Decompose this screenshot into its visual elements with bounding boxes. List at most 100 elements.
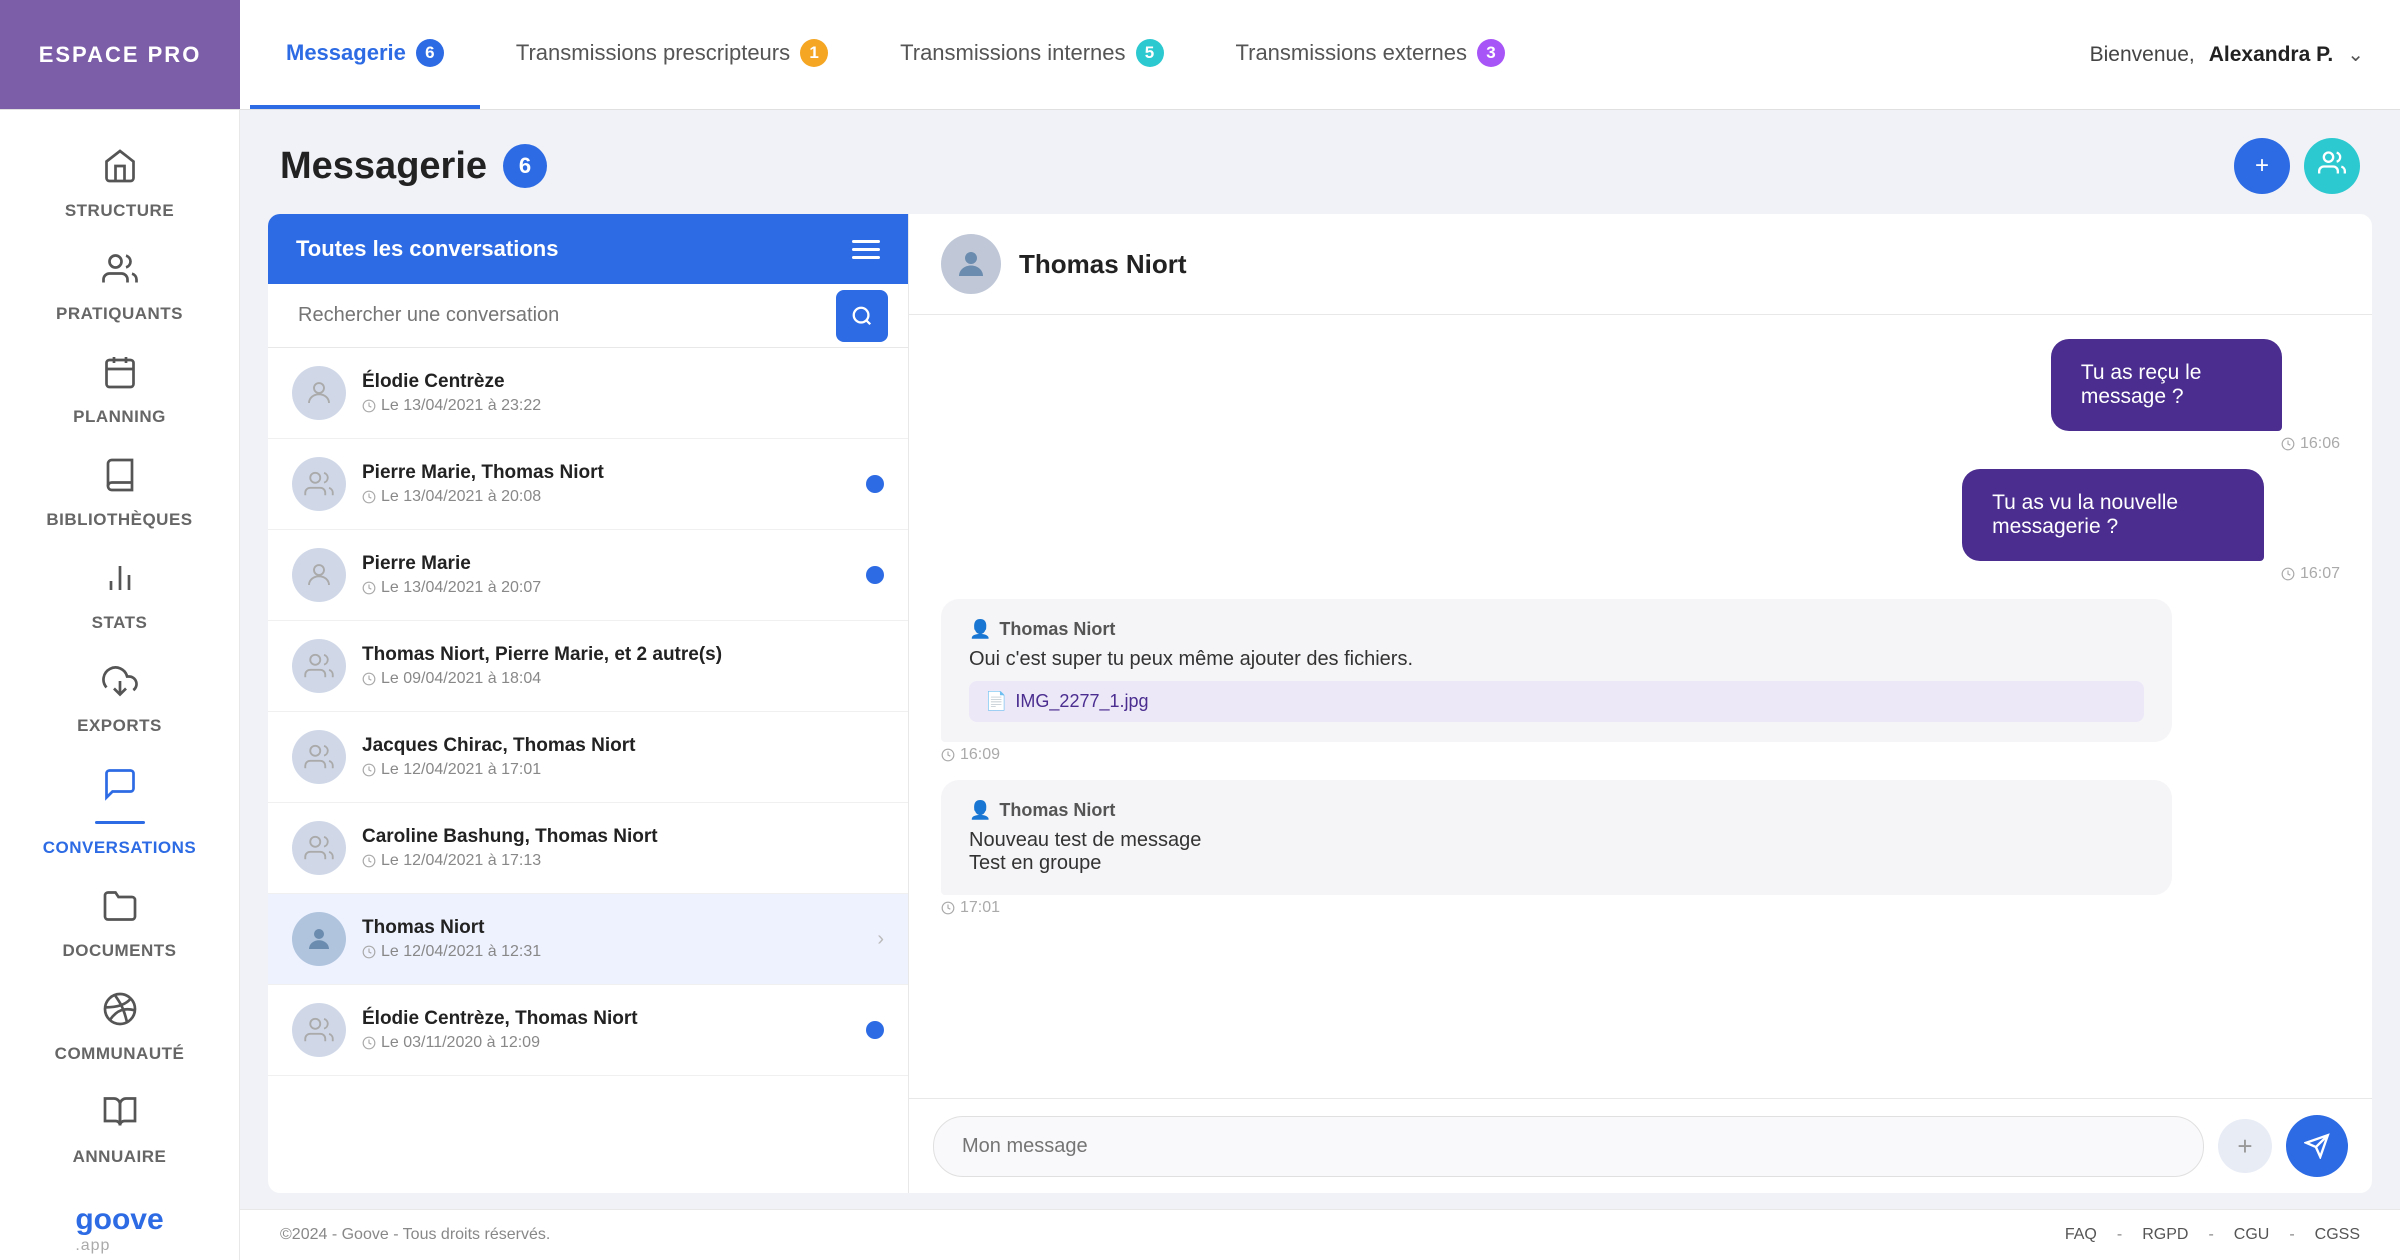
communaute-icon <box>102 991 138 1036</box>
sidebar-item-structure[interactable]: STRUCTURE <box>0 130 239 233</box>
conversation-panel: Toutes les conversations <box>268 214 908 1193</box>
message-sent: Tu as reçu le message ? 16:06 <box>2051 339 2340 453</box>
search-input[interactable] <box>288 284 836 347</box>
conv-info: Caroline Bashung, Thomas Niort Le 12/04/… <box>362 826 884 870</box>
avatar <box>292 821 346 875</box>
footer-cgu-link[interactable]: CGU <box>2234 1226 2270 1244</box>
sidebar-annuaire-label: ANNUAIRE <box>73 1147 167 1167</box>
pratiquants-icon <box>102 251 138 296</box>
goove-logo-text: goove <box>75 1203 163 1237</box>
list-item[interactable]: Caroline Bashung, Thomas Niort Le 12/04/… <box>268 803 908 894</box>
conv-info: Thomas Niort, Pierre Marie, et 2 autre(s… <box>362 644 884 688</box>
conv-info: Élodie Centrèze, Thomas Niort Le 03/11/2… <box>362 1008 850 1052</box>
content-header: Messagerie 6 + <box>240 110 2400 214</box>
list-item[interactable]: Thomas Niort Le 12/04/2021 à 12:31 › <box>268 894 908 985</box>
plus-icon: + <box>2255 152 2269 180</box>
sidebar-item-pratiquants[interactable]: PRATIQUANTS <box>0 233 239 336</box>
received-bubble: 👤 Thomas Niort Oui c'est super tu peux m… <box>941 599 2172 742</box>
user-menu-chevron[interactable]: ⌄ <box>2347 42 2364 67</box>
conv-info: Jacques Chirac, Thomas Niort Le 12/04/20… <box>362 735 884 779</box>
menu-bar-2 <box>852 248 880 251</box>
avatar <box>292 639 346 693</box>
documents-icon <box>102 888 138 933</box>
message-received: 👤 Thomas Niort Nouveau test de message T… <box>941 780 2340 917</box>
file-attachment[interactable]: 📄 IMG_2277_1.jpg <box>969 681 2144 722</box>
avatar <box>292 548 346 602</box>
sidebar-documents-label: DOCUMENTS <box>62 941 176 961</box>
plus-icon: + <box>2237 1131 2252 1162</box>
received-bubble: 👤 Thomas Niort Nouveau test de message T… <box>941 780 2172 895</box>
list-item[interactable]: Jacques Chirac, Thomas Niort Le 12/04/20… <box>268 712 908 803</box>
message-meta: 16:06 <box>2051 435 2340 453</box>
sidebar-item-annuaire[interactable]: ANNUAIRE <box>0 1076 239 1179</box>
list-item[interactable]: Pierre Marie, Thomas Niort Le 13/04/2021… <box>268 439 908 530</box>
tab-transmissions-externes[interactable]: Transmissions externes 3 <box>1200 0 1541 109</box>
conv-menu-button[interactable] <box>852 240 880 259</box>
conv-date: Le 12/04/2021 à 17:01 <box>362 761 884 779</box>
sidebar-logo: goove .app <box>51 1179 187 1260</box>
avatar <box>292 457 346 511</box>
footer-faq-link[interactable]: FAQ <box>2065 1226 2097 1244</box>
bibliotheques-icon <box>102 457 138 502</box>
search-button[interactable] <box>836 290 888 342</box>
sidebar-item-communaute[interactable]: COMMUNAUTÉ <box>0 973 239 1076</box>
annuaire-icon <box>102 1094 138 1139</box>
list-item[interactable]: Élodie Centrèze Le 13/04/2021 à 23:22 <box>268 348 908 439</box>
manage-users-button[interactable] <box>2304 138 2360 194</box>
sidebar-pratiquants-label: PRATIQUANTS <box>56 304 183 324</box>
tab-transmissions-prescripteurs[interactable]: Transmissions prescripteurs 1 <box>480 0 864 109</box>
menu-bar-1 <box>852 240 880 243</box>
conv-date: Le 13/04/2021 à 23:22 <box>362 397 884 415</box>
logo-app-label: .app <box>75 1237 163 1255</box>
message-input[interactable] <box>933 1116 2204 1177</box>
conv-name: Thomas Niort, Pierre Marie, et 2 autre(s… <box>362 644 884 666</box>
exports-icon <box>102 663 138 708</box>
user-greeting: Bienvenue, Alexandra P. ⌄ <box>2090 42 2400 67</box>
sidebar-item-conversations[interactable]: CONVERSATIONS <box>0 748 239 870</box>
conversation-list: Élodie Centrèze Le 13/04/2021 à 23:22 <box>268 348 908 1193</box>
add-conversation-button[interactable]: + <box>2234 138 2290 194</box>
unread-indicator <box>866 1021 884 1039</box>
list-item[interactable]: Élodie Centrèze, Thomas Niort Le 03/11/2… <box>268 985 908 1076</box>
main-layout: STRUCTURE PRATIQUANTS PLANNING BIBLIOTHÈ… <box>0 110 2400 1260</box>
conv-date: Le 03/11/2020 à 12:09 <box>362 1034 850 1052</box>
send-button[interactable] <box>2286 1115 2348 1177</box>
tab-messagerie-badge: 6 <box>416 39 444 67</box>
greeting-text: Bienvenue, <box>2090 43 2195 67</box>
sidebar: STRUCTURE PRATIQUANTS PLANNING BIBLIOTHÈ… <box>0 110 240 1260</box>
sidebar-item-bibliotheques[interactable]: BIBLIOTHÈQUES <box>0 439 239 542</box>
list-item[interactable]: Pierre Marie Le 13/04/2021 à 20:07 <box>268 530 908 621</box>
sidebar-item-stats[interactable]: STATS <box>0 542 239 645</box>
list-item[interactable]: Thomas Niort, Pierre Marie, et 2 autre(s… <box>268 621 908 712</box>
conv-info: Thomas Niort Le 12/04/2021 à 12:31 <box>362 917 861 961</box>
conv-name: Jacques Chirac, Thomas Niort <box>362 735 884 757</box>
footer-cgss-link[interactable]: CGSS <box>2315 1226 2360 1244</box>
chat-avatar <box>941 234 1001 294</box>
footer-rgpd-link[interactable]: RGPD <box>2142 1226 2188 1244</box>
conv-date: Le 09/04/2021 à 18:04 <box>362 670 884 688</box>
message-text: Nouveau test de message Test en groupe <box>969 829 2144 875</box>
user-name: Alexandra P. <box>2209 43 2334 67</box>
avatar <box>292 1003 346 1057</box>
file-name: IMG_2277_1.jpg <box>1015 691 1148 712</box>
conv-info: Élodie Centrèze Le 13/04/2021 à 23:22 <box>362 371 884 415</box>
tab-messagerie[interactable]: Messagerie 6 <box>250 0 480 109</box>
conversations-icon <box>102 766 138 811</box>
conv-info: Pierre Marie, Thomas Niort Le 13/04/2021… <box>362 462 850 506</box>
structure-icon <box>102 148 138 193</box>
sidebar-item-exports[interactable]: EXPORTS <box>0 645 239 748</box>
sidebar-structure-label: STRUCTURE <box>65 201 174 221</box>
copyright-text: ©2024 - Goove - Tous droits réservés. <box>280 1226 550 1244</box>
tab-tp-badge: 1 <box>800 39 828 67</box>
footer-links: FAQ - RGPD - CGU - CGSS <box>2065 1226 2360 1244</box>
sidebar-planning-label: PLANNING <box>73 407 166 427</box>
tab-transmissions-internes[interactable]: Transmissions internes 5 <box>864 0 1199 109</box>
sidebar-item-planning[interactable]: PLANNING <box>0 336 239 439</box>
sidebar-item-documents[interactable]: DOCUMENTS <box>0 870 239 973</box>
unread-indicator <box>866 475 884 493</box>
attach-button[interactable]: + <box>2218 1119 2272 1173</box>
unread-indicator <box>866 566 884 584</box>
file-icon: 📄 <box>985 691 1007 712</box>
tab-tp-label: Transmissions prescripteurs <box>516 40 790 66</box>
sender-label: 👤 Thomas Niort <box>969 619 2144 640</box>
